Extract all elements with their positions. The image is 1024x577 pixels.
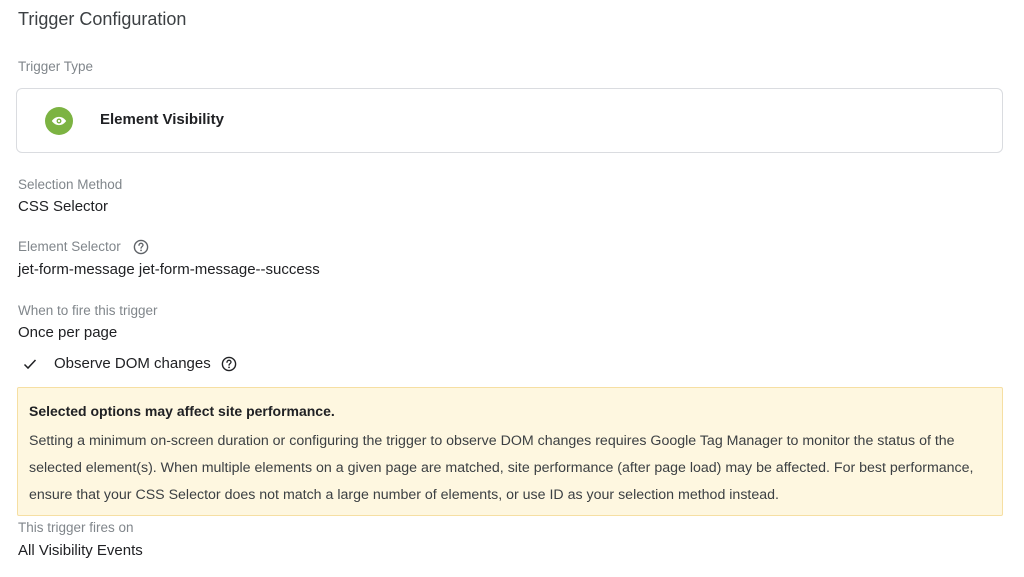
trigger-type-name: Element Visibility bbox=[100, 111, 224, 128]
fires-on-label: This trigger fires on bbox=[18, 520, 134, 535]
selection-method-label: Selection Method bbox=[18, 177, 123, 192]
selection-method-value: CSS Selector bbox=[18, 198, 109, 215]
fires-on-value: All Visibility Events bbox=[18, 542, 143, 559]
checkmark-icon[interactable] bbox=[22, 356, 38, 372]
performance-warning: Selected options may affect site perform… bbox=[17, 387, 1003, 516]
fire-trigger-value: Once per page bbox=[18, 324, 118, 341]
warning-title: Selected options may affect site perform… bbox=[29, 403, 335, 419]
help-icon[interactable] bbox=[133, 239, 149, 255]
trigger-type-label: Trigger Type bbox=[18, 59, 94, 74]
warning-body: Setting a minimum on-screen duration or … bbox=[29, 433, 974, 503]
trigger-type-card[interactable]: Element Visibility bbox=[16, 88, 1003, 153]
fire-trigger-label: When to fire this trigger bbox=[18, 303, 158, 318]
element-selector-value: jet-form-message jet-form-message--succe… bbox=[18, 261, 320, 278]
help-icon[interactable] bbox=[221, 356, 237, 372]
observe-dom-checkbox-row[interactable]: Observe DOM changes bbox=[22, 355, 237, 372]
trigger-configuration-panel: Trigger Configuration Trigger Type Eleme… bbox=[0, 0, 1024, 577]
observe-dom-label: Observe DOM changes bbox=[54, 355, 211, 372]
element-selector-label-row: Element Selector bbox=[18, 239, 149, 255]
element-selector-label: Element Selector bbox=[18, 239, 121, 254]
page-title: Trigger Configuration bbox=[18, 9, 187, 29]
eye-icon bbox=[45, 107, 73, 135]
